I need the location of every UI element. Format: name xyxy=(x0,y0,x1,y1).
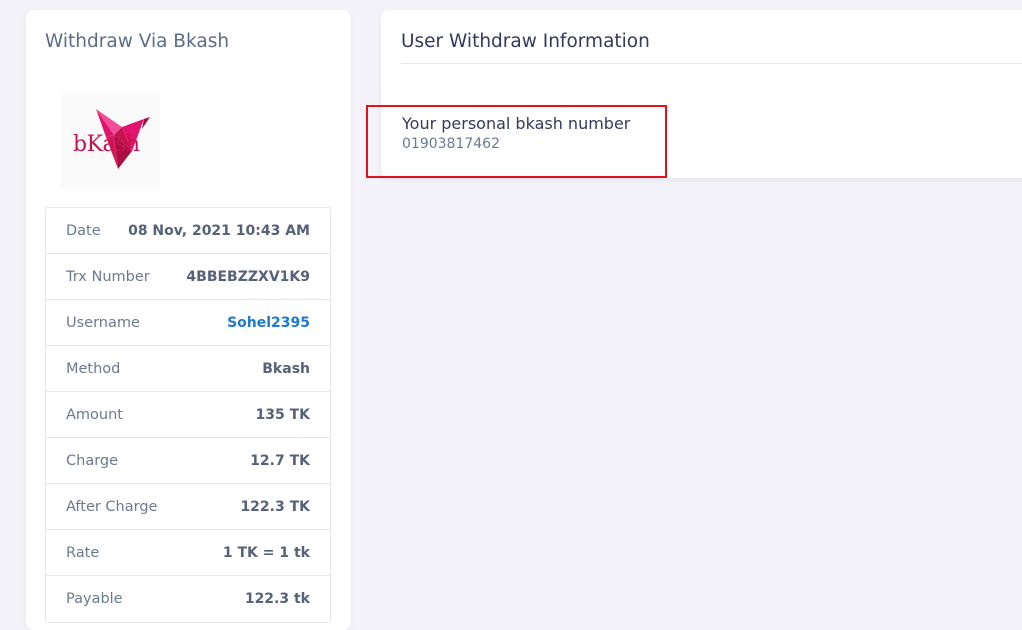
detail-label: Username xyxy=(66,314,140,331)
detail-label: Date xyxy=(66,222,101,239)
bkash-number-field: Your personal bkash number 01903817462 xyxy=(402,114,630,152)
withdraw-summary-card: Withdraw Via Bkash bKash Date 08 Nov, 202… xyxy=(26,10,351,630)
title-divider xyxy=(401,63,1022,64)
detail-label: Method xyxy=(66,360,121,377)
card-title: Withdraw Via Bkash xyxy=(45,31,230,52)
detail-value: 1 TK = 1 tk xyxy=(222,544,310,561)
detail-label: Payable xyxy=(66,591,123,607)
detail-label: Amount xyxy=(66,406,123,423)
detail-label: After Charge xyxy=(66,498,158,515)
detail-value: Bkash xyxy=(262,360,310,377)
bkash-logo: bKash xyxy=(62,93,160,189)
detail-label: Charge xyxy=(66,452,119,469)
detail-row-payable: Payable 122.3 tk xyxy=(46,576,330,622)
detail-value: 122.3 tk xyxy=(244,591,310,607)
detail-value: 4BBEBZZXV1K9 xyxy=(186,268,310,285)
detail-row-trx-number: Trx Number 4BBEBZZXV1K9 xyxy=(46,254,330,300)
detail-row-method: Method Bkash xyxy=(46,346,330,392)
bkash-number-value: 01903817462 xyxy=(402,136,500,152)
detail-value: 12.7 TK xyxy=(250,452,310,469)
card-title: User Withdraw Information xyxy=(401,31,650,52)
bkash-number-label: Your personal bkash number xyxy=(402,114,631,133)
detail-row-charge: Charge 12.7 TK xyxy=(46,438,330,484)
username-link[interactable]: Sohel2395 xyxy=(227,315,310,331)
detail-row-username: Username Sohel2395 xyxy=(46,300,330,346)
detail-label: Trx Number xyxy=(66,268,150,285)
detail-value: 135 TK xyxy=(255,406,311,423)
bkash-logo-text: bKash xyxy=(73,132,140,157)
withdraw-details-list: Date 08 Nov, 2021 10:43 AM Trx Number 4BBEB… xyxy=(45,207,331,623)
detail-label: Rate xyxy=(66,544,100,561)
detail-row-after-charge: After Charge 122.3 TK xyxy=(46,484,330,530)
detail-row-rate: Rate 1 TK = 1 tk xyxy=(46,530,330,576)
detail-value: 122.3 TK xyxy=(240,498,310,515)
detail-value: 08 Nov, 2021 10:43 AM xyxy=(128,222,310,239)
detail-row-date: Date 08 Nov, 2021 10:43 AM xyxy=(46,208,330,254)
detail-row-amount: Amount 135 TK xyxy=(46,392,330,438)
